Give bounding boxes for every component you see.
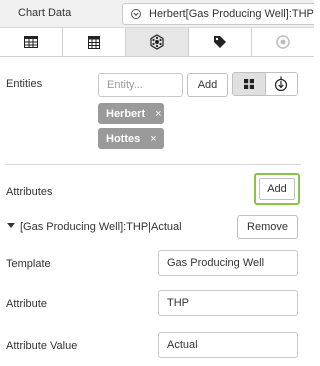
remove-tag-icon[interactable]: ×	[150, 133, 156, 145]
remove-tag-icon[interactable]: ×	[155, 108, 161, 120]
attribute-value-label: Attribute Value	[6, 340, 78, 352]
table-icon	[24, 36, 38, 48]
attribute-label: Attribute	[6, 298, 47, 310]
entity-mode-toggle	[232, 72, 298, 96]
tab-bar	[0, 28, 314, 57]
entities-label: Entities	[6, 78, 43, 90]
tab-table[interactable]	[0, 28, 63, 56]
tab-tags[interactable]	[189, 28, 252, 56]
hierarchy-view-button[interactable]	[266, 73, 298, 95]
tab-network[interactable]	[126, 28, 189, 56]
add-entity-button[interactable]: Add	[187, 73, 228, 97]
tab-disabled[interactable]	[252, 28, 314, 56]
add-attribute-highlight: Add	[254, 173, 300, 205]
panel-title: Chart Data	[18, 7, 72, 19]
caret-down-icon[interactable]	[7, 223, 15, 229]
circle-icon	[276, 35, 290, 49]
entity-input[interactable]: Entity...	[98, 73, 183, 97]
entity-tag: Hottes ×	[98, 128, 164, 149]
tab-calculator[interactable]	[63, 28, 126, 56]
attributes-label: Attributes	[6, 186, 53, 198]
attribute-field[interactable]: THP	[158, 290, 298, 316]
chevron-down-icon	[131, 9, 141, 19]
network-icon	[150, 34, 164, 50]
chart-series-select[interactable]: Herbert[Gas Producing Well]:THP	[122, 3, 314, 25]
entity-tag: Herbert ×	[98, 103, 164, 124]
section-divider	[5, 164, 301, 165]
tag-icon	[214, 36, 226, 48]
compass-download-icon	[275, 76, 288, 92]
chart-data-header: Chart Data Herbert[Gas Producing Well]:T…	[0, 0, 314, 28]
add-attribute-button[interactable]: Add	[259, 178, 295, 200]
remove-attribute-button[interactable]: Remove	[237, 215, 298, 239]
attribute-value-field[interactable]: Actual	[158, 332, 298, 358]
entity-tag-name: Hottes	[106, 132, 141, 145]
template-field[interactable]: Gas Producing Well	[158, 250, 298, 276]
chart-series-select-value: Herbert[Gas Producing Well]:THP	[149, 8, 314, 20]
entity-tag-name: Herbert	[106, 107, 146, 120]
attribute-item-title: [Gas Producing Well]:THP|Actual	[20, 221, 182, 233]
calculator-icon	[88, 35, 100, 49]
template-label: Template	[6, 258, 51, 270]
grid-icon	[243, 79, 254, 89]
grid-view-button[interactable]	[233, 73, 266, 95]
